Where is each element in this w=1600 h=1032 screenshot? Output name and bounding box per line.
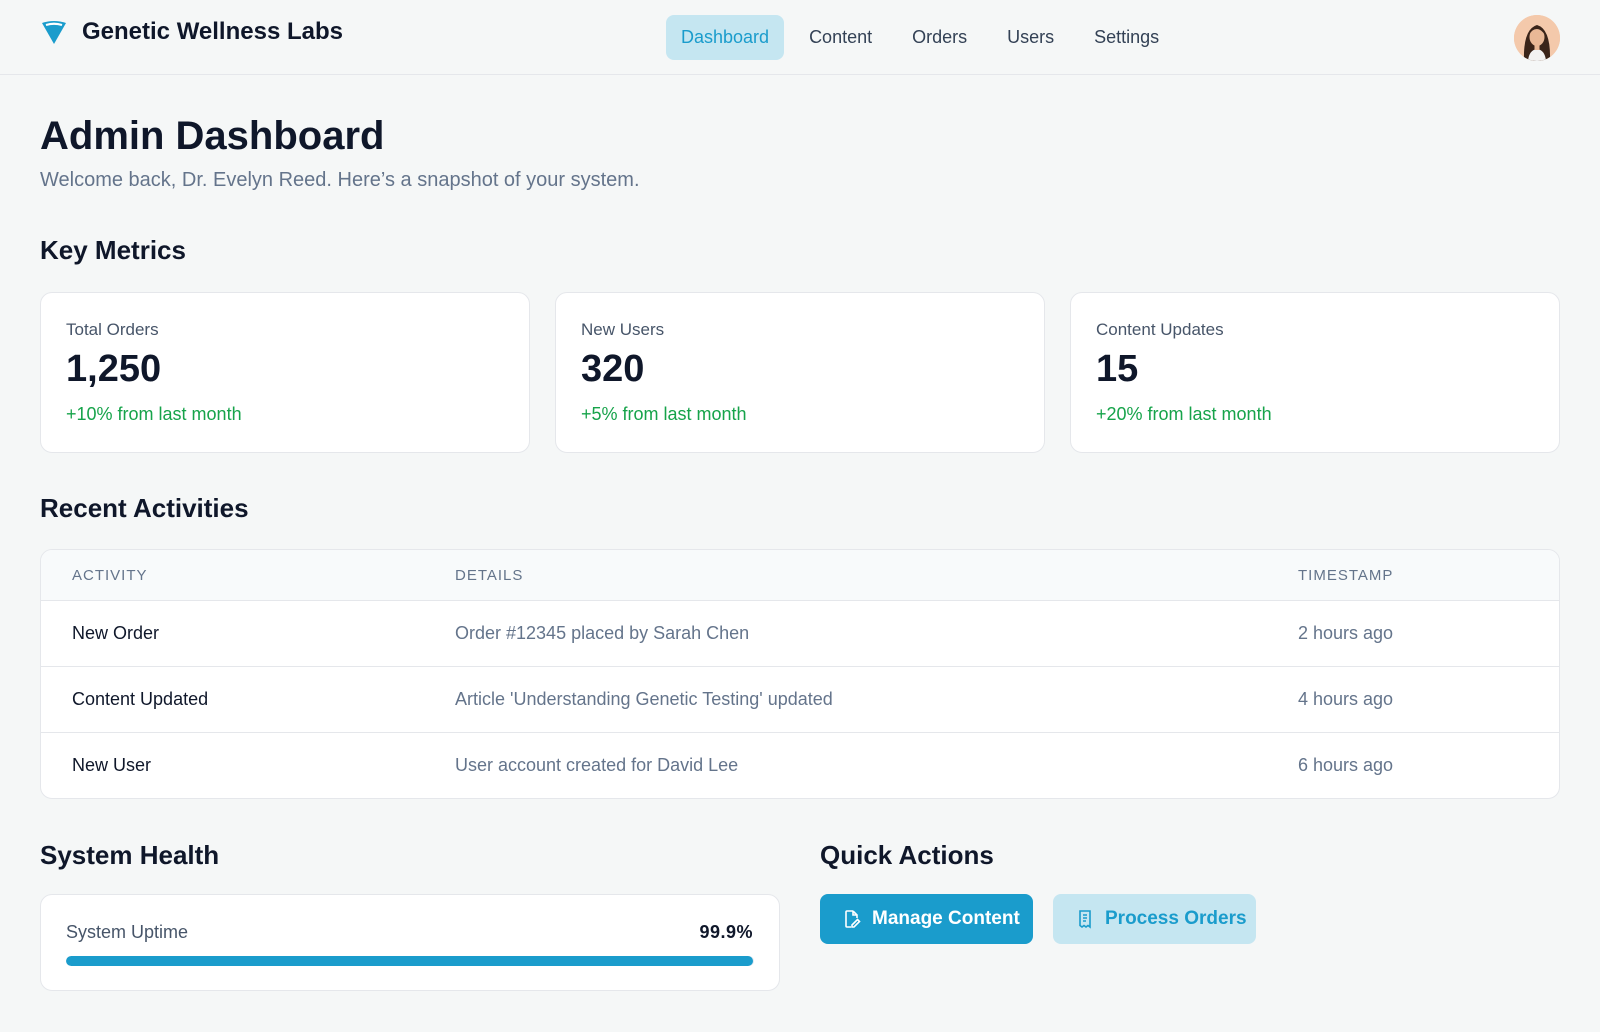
edit-document-icon <box>845 910 861 928</box>
page-subtitle: Welcome back, Dr. Evelyn Reed. Here’s a … <box>40 169 640 191</box>
main-nav: Dashboard Content Orders Users Settings <box>666 15 1184 60</box>
cell-details: User account created for David Lee <box>455 755 739 775</box>
table-row[interactable]: New Order Order #12345 placed by Sarah C… <box>41 601 1559 667</box>
nav-content[interactable]: Content <box>794 15 887 60</box>
table-row[interactable]: Content Updated Article 'Understanding G… <box>41 667 1559 733</box>
metric-card-total-orders: Total Orders 1,250 +10% from last month <box>40 292 530 453</box>
metric-change: +20% from last month <box>1096 404 1272 424</box>
process-orders-label: Process Orders <box>1105 908 1247 929</box>
recent-activities-heading: Recent Activities <box>40 493 249 523</box>
nav-settings[interactable]: Settings <box>1079 15 1174 60</box>
metric-card-content-updates: Content Updates 15 +20% from last month <box>1070 292 1560 453</box>
page-title: Admin Dashboard <box>40 114 385 158</box>
uptime-value: 99.9% <box>699 922 753 942</box>
cell-activity: New User <box>72 755 152 775</box>
metric-value: 1,250 <box>66 348 162 390</box>
quick-actions-heading: Quick Actions <box>820 840 994 870</box>
uptime-progress-bar <box>66 956 754 966</box>
cell-activity: New Order <box>72 623 160 643</box>
column-header-details: DETAILS <box>455 567 524 584</box>
metric-value: 320 <box>581 348 645 390</box>
top-navigation-bar: Genetic Wellness Labs Dashboard Content … <box>0 0 1600 75</box>
nav-dashboard[interactable]: Dashboard <box>666 15 785 60</box>
metric-change: +10% from last month <box>66 404 242 424</box>
avatar-portrait-icon <box>1514 15 1560 61</box>
column-header-activity: ACTIVITY <box>72 567 148 584</box>
nav-orders[interactable]: Orders <box>897 15 982 60</box>
manage-content-label: Manage Content <box>872 908 1020 929</box>
brand-name: Genetic Wellness Labs <box>82 18 343 45</box>
metric-change: +5% from last month <box>581 404 747 424</box>
cell-activity: Content Updated <box>72 689 209 709</box>
cell-timestamp: 6 hours ago <box>1298 755 1394 775</box>
dna-shield-icon <box>42 21 66 44</box>
uptime-label: System Uptime <box>66 922 189 942</box>
manage-content-button[interactable]: Manage Content <box>820 894 1033 944</box>
cell-timestamp: 2 hours ago <box>1298 623 1394 643</box>
system-uptime-card: System Uptime 99.9% <box>40 894 780 991</box>
nav-users[interactable]: Users <box>992 15 1069 60</box>
system-health-heading: System Health <box>40 840 220 870</box>
cell-timestamp: 4 hours ago <box>1298 689 1394 709</box>
recent-activities-table: ACTIVITY DETAILS TIMESTAMP New Order Ord… <box>40 549 1560 799</box>
user-avatar[interactable] <box>1514 15 1560 61</box>
uptime-progress-fill <box>66 956 754 966</box>
metric-value: 15 <box>1096 348 1139 390</box>
metric-label: Total Orders <box>66 320 159 339</box>
cell-details: Article 'Understanding Genetic Testing' … <box>455 689 833 709</box>
table-header: ACTIVITY DETAILS TIMESTAMP <box>41 550 1559 601</box>
metric-label: Content Updates <box>1096 320 1224 339</box>
column-header-timestamp: TIMESTAMP <box>1298 567 1394 584</box>
process-orders-button[interactable]: Process Orders <box>1053 894 1256 944</box>
key-metrics-heading: Key Metrics <box>40 235 186 265</box>
cell-details: Order #12345 placed by Sarah Chen <box>455 623 750 643</box>
brand[interactable]: Genetic Wellness Labs <box>40 18 343 46</box>
table-row[interactable]: New User User account created for David … <box>41 733 1559 798</box>
receipt-icon <box>1079 910 1091 929</box>
metric-card-new-users: New Users 320 +5% from last month <box>555 292 1045 453</box>
metric-label: New Users <box>581 320 665 339</box>
